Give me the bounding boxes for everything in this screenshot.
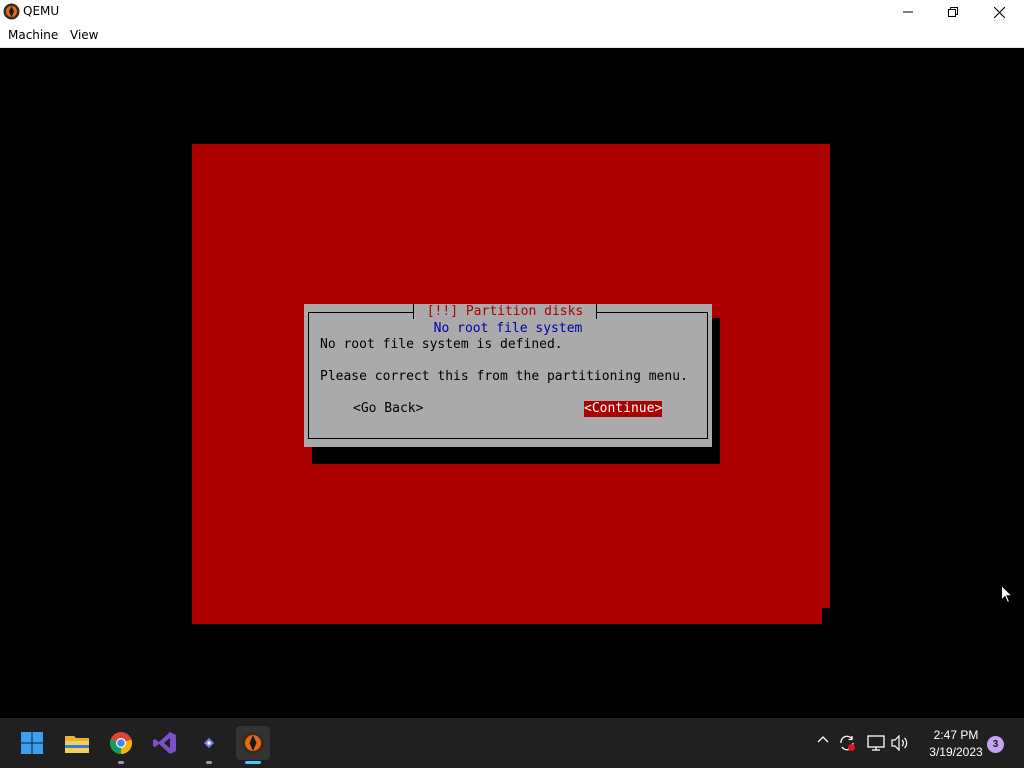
minimize-icon (903, 11, 913, 13)
taskbar-teams[interactable] (192, 726, 226, 764)
teams-icon (204, 738, 214, 748)
file-explorer-icon (65, 736, 89, 753)
taskbar-file-explorer[interactable] (60, 726, 94, 760)
menu-machine[interactable]: Machine (8, 28, 58, 42)
qemu-icon (3, 3, 20, 20)
sync-icon[interactable] (838, 734, 856, 752)
taskbar-qemu[interactable] (236, 726, 270, 764)
taskbar-chrome[interactable] (104, 726, 138, 764)
running-indicator (245, 761, 261, 764)
screen-artifact (822, 608, 832, 626)
minimize-button[interactable] (885, 0, 931, 24)
window-title: QEMU (23, 4, 60, 18)
qemu-icon (242, 732, 264, 754)
running-indicator (118, 761, 124, 764)
close-button[interactable] (976, 0, 1022, 24)
running-indicator (206, 761, 212, 764)
chevron-up-icon[interactable] (817, 734, 829, 746)
taskbar (0, 718, 1024, 768)
taskbar-visual-studio[interactable] (148, 726, 182, 760)
menu-view[interactable]: View (70, 28, 98, 42)
notification-badge[interactable]: 3 (987, 736, 1004, 753)
network-icon[interactable] (867, 735, 885, 751)
mouse-cursor-icon (1001, 585, 1013, 604)
restore-button[interactable] (930, 0, 976, 24)
window-titlebar: QEMU (0, 0, 1024, 24)
clock-time[interactable]: 2:47 PM (918, 728, 994, 742)
go-back-button[interactable]: <Go Back> (353, 401, 423, 417)
clock-date[interactable]: 3/19/2023 (918, 745, 994, 759)
start-button[interactable] (15, 726, 49, 760)
dialog-subtitle: No root file system (433, 321, 583, 336)
visual-studio-icon (153, 732, 176, 754)
start-icon (21, 732, 43, 754)
close-icon (993, 6, 1005, 18)
continue-button[interactable]: <Continue> (584, 401, 663, 417)
chrome-icon (109, 732, 133, 755)
dialog-message-line: No root file system is defined. (320, 337, 563, 352)
menu-bar: Machine View (0, 24, 1024, 48)
volume-icon[interactable] (891, 735, 909, 751)
dialog-title: [!!] Partition disks (426, 304, 584, 319)
dialog-message-line: Please correct this from the partitionin… (320, 369, 688, 384)
restore-icon (948, 7, 958, 17)
